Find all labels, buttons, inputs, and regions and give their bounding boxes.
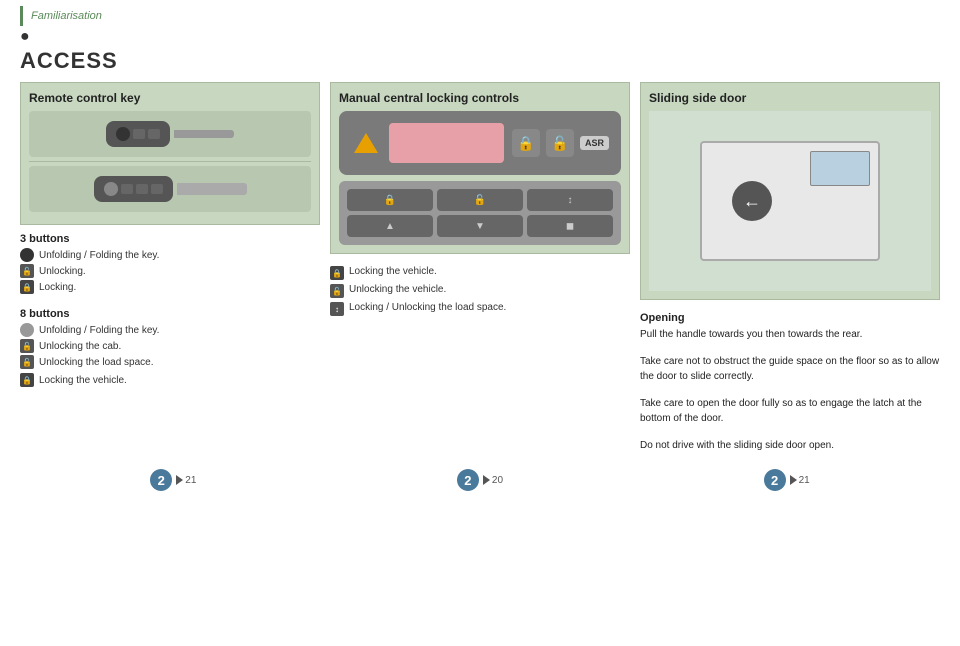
sq-icon-lock-veh: 🔒 (20, 373, 34, 387)
circle-icon-fold8 (20, 323, 34, 337)
manual-locking-box: Manual central locking controls 🔒 🔓 ASR … (330, 82, 630, 254)
remote-control-box: Remote control key (20, 82, 320, 225)
opening-line-0: Pull the handle towards you then towards… (640, 327, 940, 342)
manual-locking-title: Manual central locking controls (339, 91, 621, 105)
desc8-item-1: 🔓 Unlocking the cab. (20, 339, 320, 353)
three-buttons-title: 3 buttons (20, 233, 320, 245)
bottom-btn-6: ◼ (527, 215, 613, 237)
pink-panel (389, 123, 504, 163)
manual-locking-desc: 🔒 Locking the vehicle. 🔓 Unlocking the v… (330, 266, 630, 320)
lock-btn-1: 🔒 (512, 129, 540, 157)
desc3-item-1: 🔓 Unlocking. (20, 264, 320, 278)
key-btn-b3 (136, 184, 148, 194)
sliding-door-title: Sliding side door (649, 91, 931, 105)
nav-item-2: 2 21 (764, 469, 810, 491)
manual-desc-2: ↕ Locking / Unlocking the load space. (330, 302, 630, 316)
bottom-btn-3: ↕ (527, 189, 613, 211)
opening-line-2: Take care to open the door fully so as t… (640, 396, 940, 426)
manual-lock-icon: 🔒 (330, 266, 344, 280)
sq-icon-unlock: 🔓 (20, 264, 34, 278)
section-title: ACCESS (20, 48, 940, 74)
van-body: ← (700, 141, 880, 261)
key-btn-b1 (104, 182, 118, 196)
key-illustration-top (29, 111, 311, 157)
asr-badge: ASR (580, 136, 609, 150)
desc3-item-2: 🔒 Locking. (20, 280, 320, 294)
opening-title: Opening (640, 312, 940, 324)
key-btn-b4 (151, 184, 163, 194)
key-btn-2 (133, 129, 145, 139)
manual-desc-1: 🔓 Unlocking the vehicle. (330, 284, 630, 298)
bottom-btn-1: 🔒 (347, 189, 433, 211)
key-btn-3 (148, 129, 160, 139)
key-btn-b2 (121, 184, 133, 194)
nav-item-0: 2 21 (150, 469, 196, 491)
key-fob-8btn (94, 176, 173, 202)
remote-control-title: Remote control key (29, 91, 311, 105)
desc8-extra: 🔒 Locking the vehicle. (20, 373, 320, 387)
page-circle-2[interactable]: 2 (764, 469, 786, 491)
arrow-right-icon-0 (176, 475, 183, 485)
desc8-item-0: Unfolding / Folding the key. (20, 323, 320, 337)
arrow-right-icon-1 (483, 475, 490, 485)
top-bar: Familiarisation (20, 6, 940, 26)
page-arrow-1: 20 (483, 475, 503, 486)
page-navigation: 2 21 2 20 2 21 (0, 465, 960, 495)
arrow-left-icon: ← (743, 191, 761, 212)
page-arrow-2: 21 (790, 475, 810, 486)
circle-icon-fold (20, 248, 34, 262)
key-blade-bottom (177, 183, 247, 195)
sq-icon-unlock-cab: 🔓 (20, 339, 34, 353)
opening-line-3: Do not drive with the sliding side door … (640, 438, 940, 453)
sliding-door-box: Sliding side door ← (640, 82, 940, 300)
page-circle-1[interactable]: 2 (457, 469, 479, 491)
sq-icon-unlock-load: 🔓 (20, 355, 34, 369)
door-image: ← (649, 111, 931, 291)
triangle-warning-btn (351, 128, 381, 158)
locking-bottom-illustration: 🔒 🔓 ↕ ▲ ▼ ◼ (339, 181, 621, 245)
manual-desc-0: 🔒 Locking the vehicle. (330, 266, 630, 280)
page-circle-0[interactable]: 2 (150, 469, 172, 491)
sq-icon-lock: 🔒 (20, 280, 34, 294)
opening-section: Opening Pull the handle towards you then… (640, 308, 940, 457)
eight-buttons-section: 8 buttons Unfolding / Folding the key. 🔓… (20, 308, 320, 389)
triangle-shape (354, 133, 378, 153)
arrow-right-icon-2 (790, 475, 797, 485)
sliding-door-panel: Sliding side door ← Opening Pull the han… (640, 82, 940, 457)
top-bar-text: Familiarisation (31, 10, 102, 22)
manual-locking-panel: Manual central locking controls 🔒 🔓 ASR … (330, 82, 630, 457)
bottom-btn-2: 🔓 (437, 189, 523, 211)
three-buttons-section: 3 buttons Unfolding / Folding the key. 🔓… (20, 233, 320, 296)
desc3-item-0: Unfolding / Folding the key. (20, 248, 320, 262)
bottom-btn-5: ▼ (437, 215, 523, 237)
van-door-handle: ← (732, 181, 772, 221)
desc8-item-2: 🔓 Unlocking the load space. (20, 355, 320, 369)
key-btn-1 (116, 127, 130, 141)
manual-load-icon: ↕ (330, 302, 344, 316)
lock-icons-row: 🔒 🔓 ASR (512, 129, 609, 157)
locking-top-illustration: 🔒 🔓 ASR (339, 111, 621, 175)
nav-item-1: 2 20 (457, 469, 503, 491)
eight-buttons-title: 8 buttons (20, 308, 320, 320)
key-illustration-bottom (29, 166, 311, 212)
bullet-point: ● (20, 28, 30, 45)
remote-control-panel: Remote control key (20, 82, 320, 457)
opening-line-1: Take care not to obstruct the guide spac… (640, 354, 940, 384)
page-arrow-0: 21 (176, 475, 196, 486)
van-window (810, 151, 870, 186)
key-blade-top (174, 130, 234, 138)
key-fob-3btn (106, 121, 170, 147)
manual-unlock-icon: 🔓 (330, 284, 344, 298)
bottom-btn-4: ▲ (347, 215, 433, 237)
lock-btn-2: 🔓 (546, 129, 574, 157)
